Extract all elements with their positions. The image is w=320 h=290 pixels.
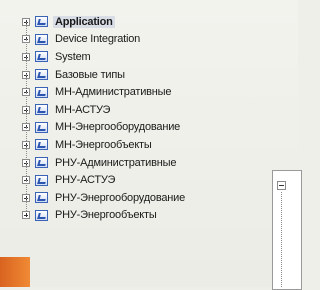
tree-item-device-integration[interactable]: Device Integration [22,21,187,49]
folder-check-icon [35,86,48,98]
tree-item-base-types[interactable]: Базовые типы [22,56,187,84]
folder-check-icon [35,51,48,63]
folder-check-icon [35,16,48,28]
tree-item-label: МН-Административные [55,86,172,99]
secondary-tree-window [272,170,302,290]
tree-item-label: Application [53,15,115,28]
tree-item-label: Device Integration [55,33,141,46]
tree-connector-line [281,192,282,287]
plus-expander-icon[interactable] [22,211,30,220]
folder-check-icon [35,157,48,169]
folder-check-icon [35,121,48,133]
object-tree-panel: Application Device Integration System Ба… [0,0,298,287]
tree-item-label: РНУ-Административные [55,156,177,169]
tree-item-rnu-astue[interactable]: РНУ-АСТУЭ [22,162,187,189]
orange-decoration [0,257,30,287]
tree-item-application[interactable]: Application [22,13,187,31]
tree-item-mn-equipment[interactable]: МН-Энергооборудование [22,109,187,137]
tree-item-mn-objects[interactable]: МН-Энергообъекты [22,127,187,154]
folder-check-icon [35,139,48,151]
tree-item-label: РНУ-Энергооборудование [55,191,186,204]
tree-item-label: РНУ-Энергообъекты [55,209,157,222]
tree-item-mn-astue[interactable]: МН-АСТУЭ [22,92,187,119]
tree-item-rnu-objects[interactable]: РНУ-Энергообъекты [22,197,187,225]
tree-item-label: System [55,50,91,63]
tree-item-label: РНУ-АСТУЭ [55,174,116,187]
folder-check-icon [35,209,48,221]
tree-item-label: Базовые типы [55,68,125,81]
folder-check-icon [35,104,48,116]
folder-check-icon [35,69,48,81]
tree-item-label: МН-Энергообъекты [55,138,152,151]
tree-item-label: МН-АСТУЭ [55,103,111,116]
object-tree: Application Device Integration System Ба… [22,13,187,224]
folder-check-icon [35,192,48,204]
folder-check-icon [35,33,48,45]
tree-item-system[interactable]: System [22,39,187,66]
folder-check-icon [35,174,48,186]
tree-item-mn-administrative[interactable]: МН-Административные [22,74,187,101]
tree-item-label: МН-Энергооборудование [55,121,181,134]
minus-expander-icon[interactable] [277,181,286,190]
tree-item-rnu-administrative[interactable]: РНУ-Административные [22,144,187,172]
tree-item-rnu-equipment[interactable]: РНУ-Энергооборудование [22,180,187,207]
